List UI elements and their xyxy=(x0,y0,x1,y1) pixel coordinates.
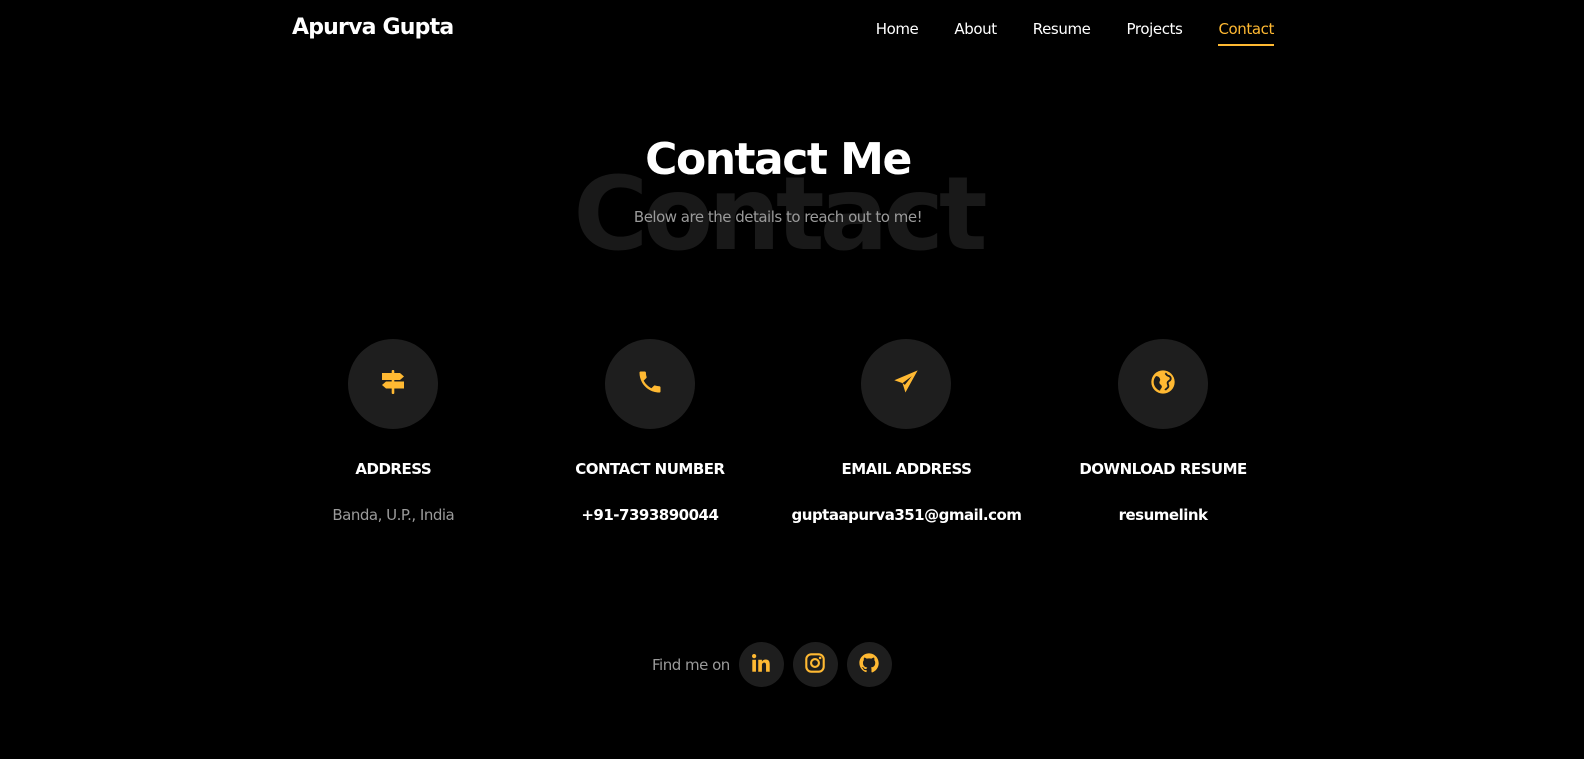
nav-contact[interactable]: Contact xyxy=(1218,19,1274,46)
signpost-icon xyxy=(379,368,407,400)
info-title: ADDRESS xyxy=(355,460,432,478)
info-email: EMAIL ADDRESS guptaapurva351@gmail.com xyxy=(778,339,1035,525)
github-button[interactable] xyxy=(846,642,892,687)
info-phone: CONTACT NUMBER +91-7393890044 xyxy=(522,339,779,525)
info-resume: DOWNLOAD RESUME resumelink xyxy=(1035,339,1292,525)
linkedin-icon xyxy=(750,652,772,678)
page-subtitle: Below are the details to reach out to me… xyxy=(633,208,923,226)
globe-icon xyxy=(1149,368,1177,400)
nav-projects[interactable]: Projects xyxy=(1127,19,1183,46)
phone-icon xyxy=(636,368,664,400)
info-title: DOWNLOAD RESUME xyxy=(1079,460,1247,478)
linkedin-button[interactable] xyxy=(738,642,784,687)
resume-link[interactable]: resumelink xyxy=(1035,505,1292,525)
paper-plane-icon xyxy=(892,368,920,400)
brand-logo[interactable]: Apurva Gupta xyxy=(292,15,454,40)
email-link[interactable]: guptaapurva351@gmail.com xyxy=(778,505,1035,525)
nav-about[interactable]: About xyxy=(954,19,997,46)
nav-resume[interactable]: Resume xyxy=(1033,19,1091,46)
info-icon-circle xyxy=(861,339,952,429)
social-links: Find me on xyxy=(652,642,901,687)
contact-page: Apurva Gupta Home About Resume Projects … xyxy=(0,0,1584,759)
nav-home[interactable]: Home xyxy=(876,19,919,46)
instagram-button[interactable] xyxy=(792,642,838,687)
section-heading: Contact Contact Me Below are the details… xyxy=(0,128,1556,266)
info-address: ADDRESS Banda, U.P., India xyxy=(265,339,522,525)
info-icon-circle xyxy=(604,339,695,429)
instagram-icon xyxy=(804,652,826,678)
info-title: CONTACT NUMBER xyxy=(575,460,725,478)
address-value: Banda, U.P., India xyxy=(332,506,455,524)
info-icon-circle xyxy=(348,339,439,429)
github-icon xyxy=(858,652,880,678)
phone-link[interactable]: +91-7393890044 xyxy=(522,505,779,525)
info-icon-circle xyxy=(1118,339,1209,429)
page-title: Contact Me xyxy=(645,134,912,185)
social-label: Find me on xyxy=(652,655,730,674)
contact-info-row: ADDRESS Banda, U.P., India CONTACT NUMBE… xyxy=(265,339,1302,525)
info-title: EMAIL ADDRESS xyxy=(841,460,972,478)
main-nav: Home About Resume Projects Contact xyxy=(840,19,1274,46)
